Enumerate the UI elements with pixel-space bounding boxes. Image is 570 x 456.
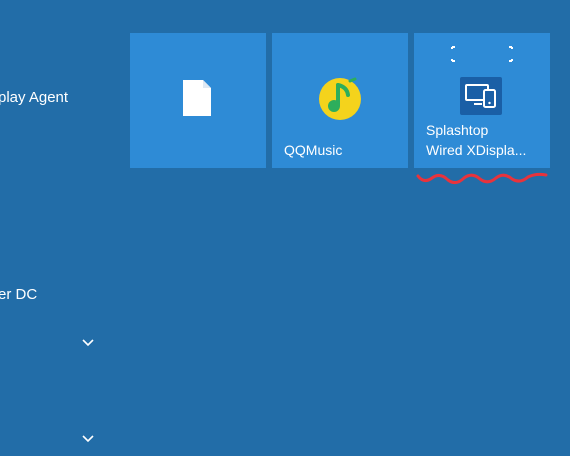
- splashtop-wired-xdisplay-icon: [460, 77, 502, 115]
- red-underline-annotation: [416, 172, 548, 185]
- chevron-down-icon[interactable]: [81, 338, 95, 348]
- document-icon: [183, 80, 211, 116]
- tile-document[interactable]: [130, 33, 266, 168]
- tile-qqmusic[interactable]: QQMusic: [272, 33, 408, 168]
- qqmusic-icon: [319, 77, 361, 120]
- tile-label: QQMusic: [284, 142, 343, 158]
- loading-indicator-icon: [451, 46, 513, 62]
- app-list-item-server-dc[interactable]: er DC: [0, 286, 37, 303]
- app-list-item-display-agent[interactable]: play Agent: [0, 89, 68, 106]
- tile-label: Splashtop Wired XDispla...: [426, 122, 527, 158]
- chevron-down-icon[interactable]: [81, 434, 95, 444]
- tile-splashtop-wired-xdisplay[interactable]: Splashtop Wired XDispla...: [414, 33, 550, 168]
